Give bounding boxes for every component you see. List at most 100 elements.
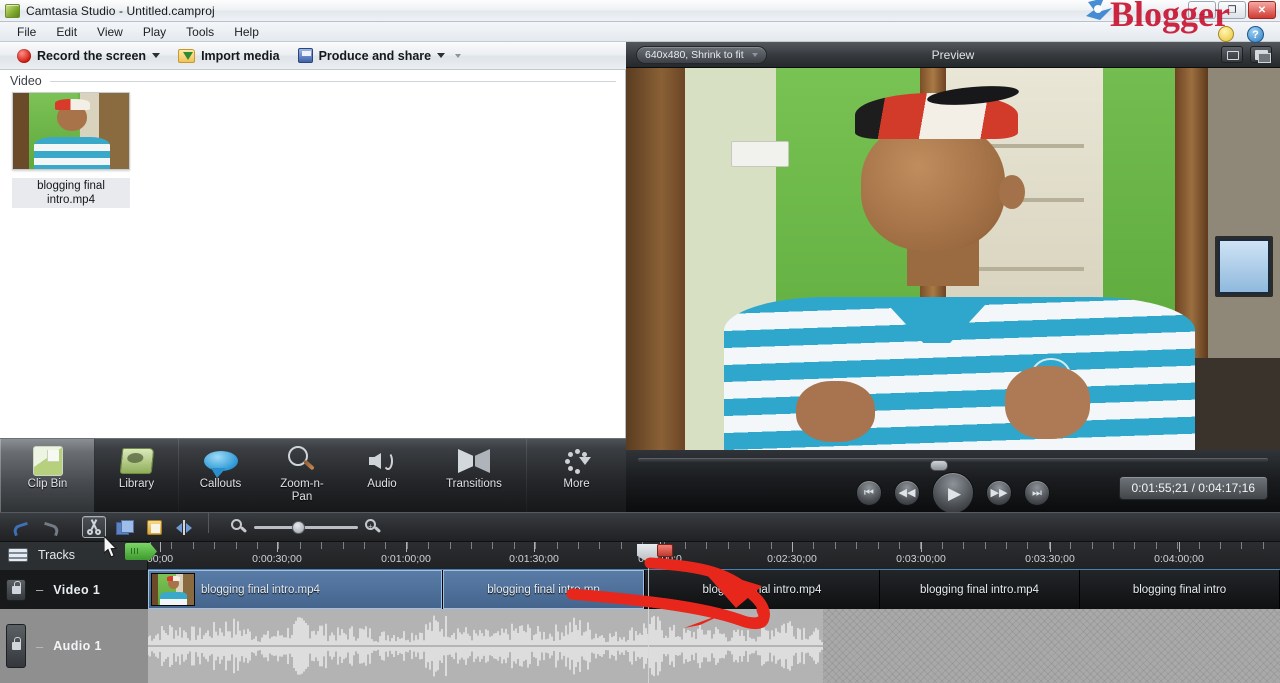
ruler-tick	[599, 542, 601, 549]
tab-zoom-n-pan[interactable]: Zoom-n-Pan	[262, 439, 342, 512]
timeline-ruler[interactable]: 00;00 0:00:30;00 0:01:00;00 0:01:30;00 0:02:…	[147, 542, 1280, 570]
lock-icon[interactable]	[6, 578, 26, 601]
zoom-slider-track[interactable]	[254, 520, 358, 534]
mouse-cursor	[104, 536, 118, 558]
rewind-button[interactable]: ◀◀	[894, 480, 920, 506]
ruler-label: 0:03:30;00	[1025, 553, 1075, 565]
track-name-audio: Audio 1	[53, 639, 102, 653]
close-icon: ✕	[1257, 4, 1267, 16]
preview-video-canvas[interactable]	[626, 68, 1280, 450]
produce-share-button[interactable]: Produce and share	[291, 46, 469, 65]
tab-audio[interactable]: Audio	[342, 439, 422, 512]
ruler-tick	[364, 542, 365, 549]
minimize-icon: _	[1199, 4, 1205, 16]
help-icon[interactable]: ?	[1247, 26, 1264, 43]
ruler-tick	[513, 542, 515, 549]
ruler-tick	[941, 542, 943, 549]
preview-scrubber-thumb[interactable]	[930, 460, 948, 471]
magnifier-icon	[287, 444, 317, 478]
ruler-tick	[813, 542, 815, 549]
main-toolbar: Record the screen Import media Produce a…	[0, 42, 626, 70]
close-button[interactable]: ✕	[1248, 1, 1276, 19]
ruler-tick	[171, 542, 173, 549]
paste-icon[interactable]	[142, 516, 166, 538]
rewind-icon: ◀◀	[898, 486, 916, 499]
maximize-button[interactable]: ❐	[1218, 1, 1246, 19]
minimize-button[interactable]: _	[1188, 1, 1216, 19]
preview-header: 640x480, Shrink to fit Preview	[626, 42, 1280, 68]
timeline-clip[interactable]: blogging final intro	[1080, 570, 1280, 609]
ruler-tick	[984, 542, 986, 549]
window-controls[interactable]: _ ❐ ✕	[1188, 1, 1276, 19]
fast-forward-button[interactable]: ▶▶	[986, 480, 1012, 506]
tip-bulb-icon[interactable]	[1218, 26, 1234, 42]
track-header-audio[interactable]: – Audio 1	[0, 609, 148, 683]
tab-transitions[interactable]: Transitions	[422, 439, 526, 512]
record-screen-button[interactable]: Record the screen	[10, 47, 167, 65]
timeline-clip[interactable]: blogging final intro.mp	[443, 570, 645, 609]
redo-icon[interactable]	[38, 516, 62, 538]
tab-more-label: More	[563, 478, 590, 490]
toolbar-overflow-icon[interactable]	[455, 53, 462, 58]
ruler-tick-major	[1179, 542, 1180, 552]
menu-item-play[interactable]: Play	[134, 23, 175, 41]
playhead-line	[648, 557, 649, 683]
play-icon: ▶	[947, 483, 962, 503]
ruler-tick	[685, 542, 686, 549]
lock-icon[interactable]	[6, 624, 26, 668]
detach-preview-icon[interactable]	[1221, 46, 1243, 63]
tab-clip-bin[interactable]: Clip Bin	[0, 439, 95, 512]
group-divider	[49, 80, 616, 82]
track-header-video[interactable]: – Video 1	[0, 570, 148, 609]
menu-item-edit[interactable]: Edit	[47, 23, 86, 41]
playhead-end-marker[interactable]	[657, 544, 673, 557]
timeline-clip[interactable]: blogging final intro.mp4	[148, 570, 443, 609]
ruler-tick-major	[1050, 542, 1051, 552]
ruler-tick	[1006, 542, 1007, 549]
chevron-down-icon[interactable]	[152, 53, 161, 58]
preview-scrubber-track[interactable]	[638, 458, 1268, 471]
clip-thumbnail	[151, 573, 195, 606]
scissors-icon[interactable]	[82, 516, 106, 538]
menu-item-help[interactable]: Help	[225, 23, 268, 41]
tab-library[interactable]: Library	[95, 439, 178, 512]
ruler-label: 0:03:00;00	[896, 553, 946, 565]
timeline-clip[interactable]: blogging final intro.mp4	[880, 570, 1080, 609]
chevron-down-icon[interactable]	[437, 53, 446, 58]
copy-icon[interactable]	[112, 516, 136, 538]
ruler-label: 0:01:30;00	[509, 553, 559, 565]
track-collapse-icon[interactable]: –	[36, 582, 43, 597]
import-media-button[interactable]: Import media	[171, 47, 287, 65]
zoom-out-icon[interactable]	[231, 519, 248, 535]
undo-icon[interactable]	[8, 516, 32, 538]
timeline-zoom-slider[interactable]: +	[231, 519, 382, 535]
library-icon	[119, 444, 154, 478]
track-collapse-icon[interactable]: –	[36, 639, 43, 654]
split-icon[interactable]	[172, 516, 196, 538]
ruler-label: 0:02:30;00	[767, 553, 817, 565]
zoom-slider-thumb[interactable]	[292, 520, 305, 534]
speaker-icon	[367, 444, 397, 478]
tab-clip-bin-label: Clip Bin	[27, 478, 68, 490]
menu-item-view[interactable]: View	[88, 23, 132, 41]
tab-callouts[interactable]: Callouts	[179, 439, 262, 512]
ruler-tick	[556, 542, 558, 549]
menu-item-tools[interactable]: Tools	[177, 23, 223, 41]
menu-item-file[interactable]: File	[8, 23, 45, 41]
jump-to-end-button[interactable]: ⏭	[1024, 480, 1050, 506]
clip-bin-item[interactable]: blogging final intro.mp4	[12, 92, 130, 208]
ruler-tick	[834, 542, 836, 549]
tab-more[interactable]: More	[527, 439, 626, 512]
jump-to-start-button[interactable]: ⏮	[856, 480, 882, 506]
timeline-clip[interactable]: blogging final intro.mp4	[645, 570, 880, 609]
zoom-in-icon[interactable]: +	[365, 519, 382, 535]
ruler-tick	[428, 542, 430, 549]
timeline-track-video: blogging final intro.mp4 blogging final …	[0, 570, 1280, 609]
ruler-tick	[235, 542, 237, 549]
timeline-audio-clip[interactable]	[148, 609, 823, 683]
play-button[interactable]: ▶	[932, 472, 974, 514]
tracks-toggle[interactable]: Tracks	[8, 548, 75, 562]
ruler-tick-major	[792, 542, 793, 552]
fullscreen-icon[interactable]	[1250, 46, 1272, 63]
clip-thumbnail[interactable]	[12, 92, 130, 170]
